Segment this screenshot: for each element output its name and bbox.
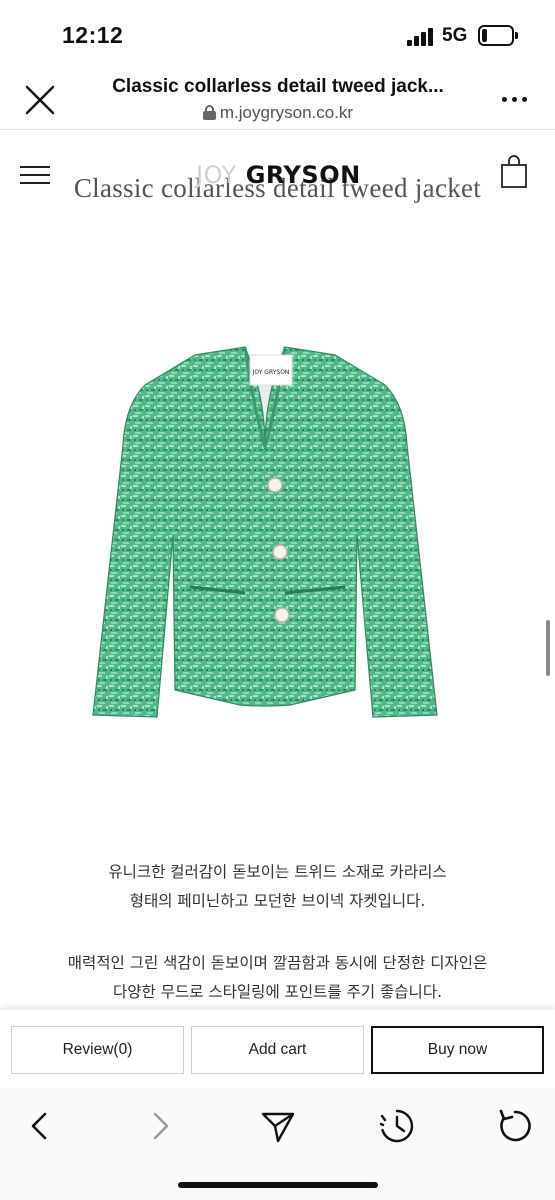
hamburger-icon [20, 166, 50, 168]
description-line: 형태의 페미닌하고 모던한 브이넥 자켓입니다. [129, 892, 426, 910]
history-button[interactable] [377, 1106, 417, 1146]
shopping-bag-icon [501, 155, 527, 188]
more-options-button[interactable] [498, 84, 532, 114]
browser-header: Classic collarless detail tweed jack... … [0, 66, 555, 130]
status-time: 12:12 [62, 22, 124, 48]
back-button[interactable] [20, 1106, 60, 1146]
close-button[interactable] [20, 80, 60, 120]
browser-toolbar [0, 1088, 555, 1200]
reload-icon [499, 1109, 531, 1142]
description-line: 매력적인 그린 색감이 돋보이며 깔끔함과 동시에 단정한 디자인은 [67, 954, 488, 972]
network-type: 5G [442, 25, 468, 46]
description-line: 다양한 무드로 스타일링에 포인트를 주기 좋습니다. [112, 983, 443, 1001]
svg-text:JOY GRYSON: JOY GRYSON [252, 369, 290, 376]
close-icon [25, 85, 55, 115]
lock-icon [202, 105, 216, 120]
buy-now-button[interactable]: Buy now [371, 1026, 544, 1074]
purchase-action-bar: Review(0) Add cart Buy now [0, 1010, 555, 1088]
forward-icon [153, 1112, 169, 1140]
description-line: 유니크한 컬러감이 돋보이는 트위드 소재로 카라리스 [108, 863, 447, 881]
url-bar[interactable]: m.joygryson.co.kr [88, 103, 468, 123]
page-title: Classic collarless detail tweed jack... [112, 76, 444, 97]
add-cart-button[interactable]: Add cart [191, 1026, 364, 1074]
logo-gryson: GRYSON [245, 161, 361, 189]
shopping-bag-button[interactable] [500, 155, 528, 189]
share-button[interactable] [258, 1106, 298, 1146]
scroll-indicator[interactable] [546, 620, 550, 676]
forward-button[interactable] [140, 1106, 180, 1146]
product-description: 유니크한 컬러감이 돋보이는 트위드 소재로 카라리스 형태의 페미닌하고 모던… [0, 858, 555, 1017]
reload-button[interactable] [495, 1106, 535, 1146]
site-header: Classic collarless detail tweed jacket J… [0, 131, 555, 213]
cellular-signal-icon [407, 28, 435, 46]
url-text: m.joygryson.co.kr [219, 103, 354, 122]
home-indicator[interactable] [178, 1182, 378, 1188]
history-icon [379, 1109, 414, 1143]
brand-logo[interactable]: JOY GRYSON [196, 161, 361, 191]
share-send-icon [261, 1112, 295, 1143]
product-image[interactable]: JOY GRYSON [85, 335, 445, 735]
back-icon [31, 1112, 47, 1140]
logo-joy: JOY [196, 161, 237, 189]
battery-icon [478, 25, 518, 46]
status-bar: 12:12 5G [0, 0, 555, 66]
review-button[interactable]: Review(0) [11, 1026, 184, 1074]
